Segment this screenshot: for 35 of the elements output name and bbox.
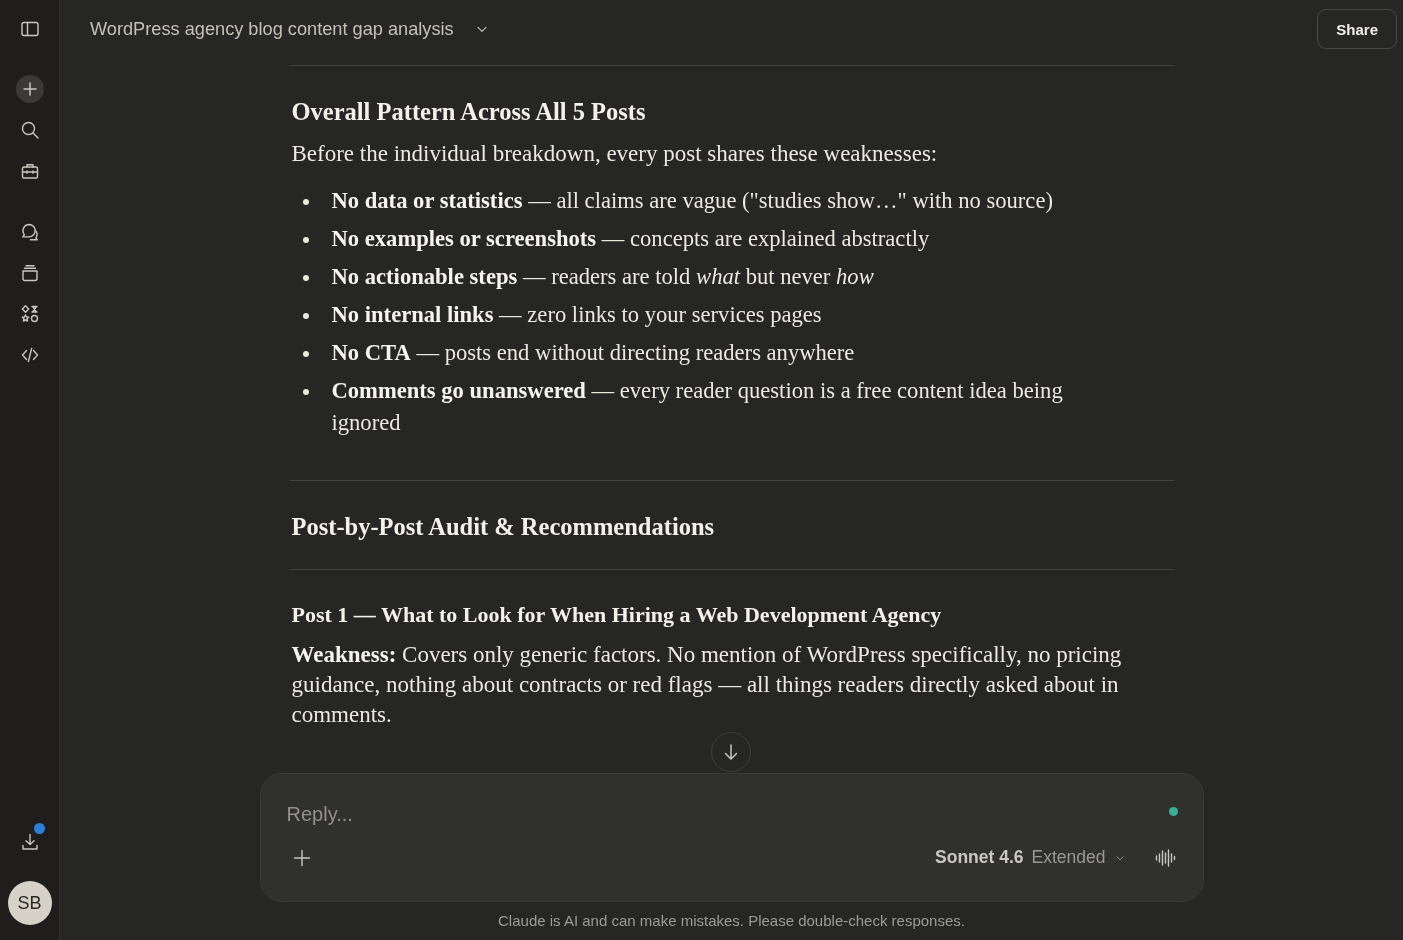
- add-icon[interactable]: [291, 847, 312, 868]
- disclaimer-text: Claude is AI and can make mistakes. Please double-check responses.: [498, 912, 965, 930]
- reply-field[interactable]: Reply...: [286, 799, 1157, 829]
- share-button[interactable]: Share: [1317, 9, 1397, 49]
- list-item-text: No data or statistics — all claims are vague ("studies show…" with no source): [331, 187, 1053, 215]
- list-item-text: No actionable steps — readers are told what but never how: [331, 263, 874, 291]
- paragraph: Before the individual breakdown, every post shares these weaknesses:: [291, 140, 939, 168]
- model-selector[interactable]: Sonnet 4.6 Extended: [935, 847, 1126, 868]
- bullet-icon: [302, 389, 309, 395]
- list-item-text: No examples or screenshots — concepts are explained abstractly: [331, 225, 930, 253]
- list-item-text: No internal links — zero links to your services pages: [331, 301, 822, 329]
- bullet-icon: [302, 313, 309, 319]
- bullet-icon: [302, 351, 309, 357]
- scroll-down-button[interactable]: [711, 732, 751, 772]
- avatar-button[interactable]: SB: [7, 881, 52, 925]
- bullet-icon: [302, 237, 309, 243]
- plus-icon[interactable]: [15, 75, 44, 103]
- title-dropdown[interactable]: WordPress agency blog content gap analysis: [84, 12, 496, 46]
- section-heading: Overall Pattern Across All 5 Posts: [291, 97, 647, 127]
- briefcase-icon[interactable]: [19, 161, 40, 181]
- search-icon[interactable]: [19, 120, 40, 140]
- chat-bubbles-icon[interactable]: [19, 222, 40, 242]
- paragraph: Weakness: Covers only generic factors. No mention of WordPress specifically, no pricing guidance, nothing about contracts or red flags — all things readers directly asked about in comments.: [291, 641, 1123, 729]
- list-item-text: No CTA — posts end without directing readers anywhere: [331, 339, 855, 367]
- list-item-text: Comments go unanswered — every reader question is a free content idea being ignored: [331, 377, 1064, 437]
- stack-icon[interactable]: [19, 263, 40, 283]
- sidebar-toggle-icon[interactable]: [19, 19, 40, 39]
- code-icon[interactable]: [19, 345, 40, 365]
- subsection-heading: Post 1 — What to Look for When Hiring a Web Development Agency: [291, 601, 943, 629]
- section-heading: Post-by-Post Audit & Recommendations: [291, 512, 716, 542]
- bullet-icon: [302, 275, 309, 281]
- bullet-icon: [302, 199, 309, 205]
- shapes-icon[interactable]: [19, 304, 40, 324]
- download-icon[interactable]: [19, 832, 40, 852]
- status-dot-icon: [1168, 806, 1178, 816]
